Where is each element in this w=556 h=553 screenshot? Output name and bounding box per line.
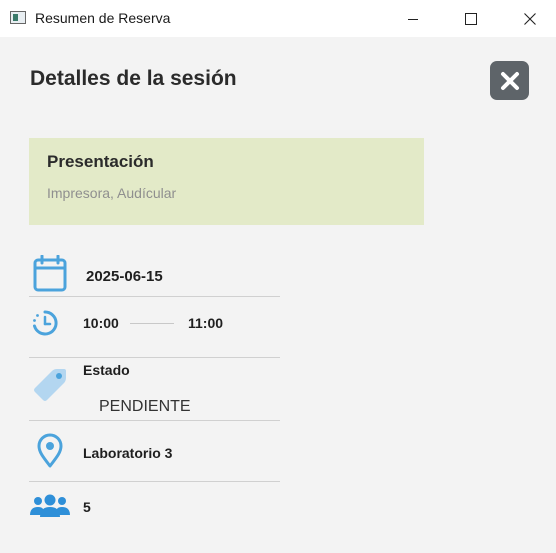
divider	[29, 357, 280, 358]
end-time: 11:00	[188, 315, 224, 331]
status-value: PENDIENTE	[99, 398, 191, 415]
divider	[29, 296, 280, 297]
session-resources: Impresora, Audícular	[47, 185, 177, 201]
title-bar: Resumen de Reserva	[0, 0, 556, 37]
attendee-count: 5	[83, 499, 91, 515]
clock-icon	[33, 310, 58, 336]
session-card: Presentación Impresora, Audícular	[29, 138, 424, 225]
group-icon	[30, 494, 70, 517]
close-icon	[524, 12, 536, 25]
session-title: Presentación	[47, 152, 154, 171]
calendar-icon	[33, 255, 67, 292]
maximize-button[interactable]	[448, 0, 494, 37]
page-title: Detalles de la sesión	[30, 67, 237, 90]
window-title: Resumen de Reserva	[35, 10, 171, 26]
time-range-line	[130, 323, 174, 324]
app-icon	[10, 11, 26, 24]
tag-icon	[34, 369, 66, 401]
close-details-button[interactable]	[490, 61, 529, 100]
window-close-button[interactable]	[507, 0, 553, 37]
close-x-icon	[500, 71, 519, 90]
minimize-icon	[408, 18, 418, 20]
session-date: 2025-06-15	[86, 268, 163, 285]
status-label: Estado	[83, 362, 130, 378]
minimize-button[interactable]	[390, 0, 436, 37]
divider	[29, 420, 280, 421]
divider	[29, 481, 280, 482]
location-pin-icon	[37, 433, 63, 468]
maximize-icon	[465, 12, 477, 25]
reservation-summary-window: Resumen de Reserva Detalles de la sesión…	[0, 0, 556, 553]
start-time: 10:00	[83, 315, 119, 331]
location: Laboratorio 3	[83, 445, 173, 461]
